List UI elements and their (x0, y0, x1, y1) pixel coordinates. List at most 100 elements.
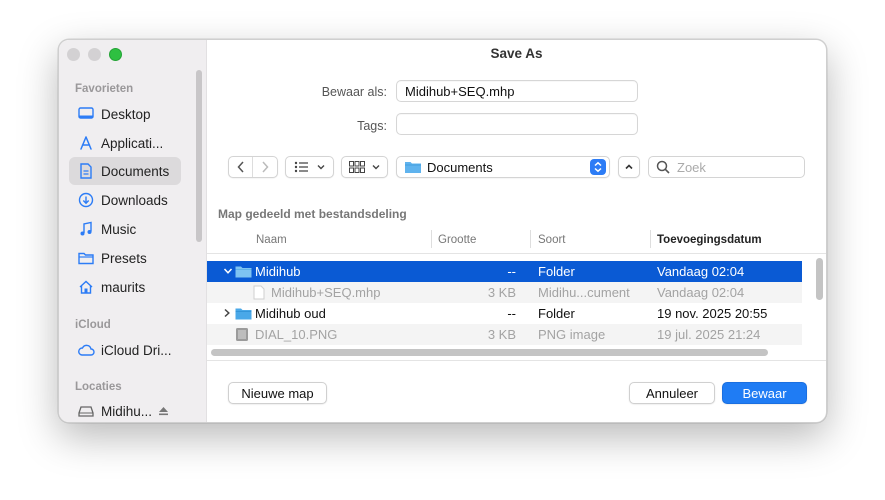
table-row[interactable]: Midihub -- Folder Vandaag 02:04 (207, 261, 802, 282)
sidebar-item-icloud-drive[interactable]: iCloud Dri... (69, 336, 181, 364)
row-size: 3 KB (487, 285, 516, 300)
chevron-right-icon (262, 161, 269, 173)
row-kind: Folder (538, 306, 575, 321)
chevron-left-icon (236, 161, 244, 173)
minimize-window-button[interactable] (88, 48, 101, 61)
sidebar-item-label: Downloads (101, 192, 168, 208)
disclosure-closed-icon[interactable] (223, 308, 231, 318)
sidebar-item-desktop[interactable]: Desktop (69, 100, 181, 128)
row-name: DIAL_10.PNG (255, 327, 338, 342)
column-divider[interactable] (530, 230, 531, 248)
row-size: -- (507, 306, 516, 321)
sidebar-item-presets[interactable]: Presets (69, 244, 181, 272)
row-kind: Folder (538, 264, 575, 279)
zoom-window-button[interactable] (109, 48, 122, 61)
sidebar-scrollbar[interactable] (196, 70, 202, 242)
chevron-down-icon (317, 165, 324, 170)
sidebar-item-midihub-drive[interactable]: Midihu... (69, 397, 181, 422)
search-icon (656, 160, 670, 174)
grid-icon (348, 161, 365, 173)
table-row[interactable]: Midihub oud -- Folder 19 nov. 2025 20:55 (207, 303, 802, 324)
forward-button[interactable] (253, 161, 277, 173)
row-name: Midihub (255, 264, 301, 279)
row-size: -- (507, 264, 516, 279)
save-as-dialog: Favorieten Desktop Applicati... Document… (58, 39, 827, 423)
sidebar-item-music[interactable]: Music (69, 215, 181, 243)
sidebar-item-label: iCloud Dri... (101, 342, 172, 358)
shared-folder-label: Map gedeeld met bestandsdeling (218, 207, 407, 221)
column-header-name[interactable]: Naam (256, 234, 287, 246)
close-window-button[interactable] (67, 48, 80, 61)
cancel-button[interactable]: Annuleer (629, 382, 715, 404)
row-date: 19 jul. 2025 21:24 (657, 327, 761, 342)
sidebar-item-label: maurits (101, 279, 146, 295)
popup-stepper-icon (590, 159, 606, 175)
sidebar-item-home[interactable]: maurits (69, 273, 181, 301)
tags-label: Tags: (357, 119, 387, 133)
back-button[interactable] (229, 157, 254, 177)
vertical-scrollbar[interactable] (816, 258, 823, 300)
eject-icon[interactable] (158, 404, 169, 419)
location-label: Documents (427, 159, 493, 175)
tags-field[interactable] (396, 113, 638, 135)
row-date: Vandaag 02:04 (657, 285, 745, 300)
row-kind: Midihu...cument (538, 285, 630, 300)
sidebar-item-label: Applicati... (101, 135, 164, 151)
row-date: 19 nov. 2025 20:55 (657, 306, 768, 321)
column-header-date-added[interactable]: Toevoegingsdatum (657, 234, 762, 246)
disclosure-open-icon[interactable] (223, 267, 233, 275)
column-header-size[interactable]: Grootte (438, 234, 476, 246)
folder-icon (73, 251, 99, 265)
list-icon (294, 161, 308, 173)
column-header-kind[interactable]: Soort (538, 234, 566, 246)
sidebar-item-downloads[interactable]: Downloads (69, 186, 181, 214)
desktop-icon (73, 107, 99, 121)
file-icon (253, 285, 265, 300)
sidebar-item-label: Desktop (101, 106, 151, 122)
collapse-button[interactable] (618, 156, 640, 178)
sidebar-item-label: Documents (101, 163, 170, 179)
list-view-button[interactable] (285, 156, 334, 178)
sidebar-item-documents[interactable]: Documents (69, 157, 181, 185)
sidebar: Favorieten Desktop Applicati... Document… (59, 40, 207, 422)
dialog-title: Save As (490, 46, 543, 61)
new-folder-button[interactable]: Nieuwe map (228, 382, 327, 404)
music-icon (73, 221, 99, 237)
row-date: Vandaag 02:04 (657, 264, 745, 279)
download-icon (73, 192, 99, 208)
save-as-field[interactable]: Midihub+SEQ.mhp (396, 80, 638, 102)
sidebar-item-label: Presets (101, 250, 147, 266)
drive-icon (73, 405, 99, 417)
search-placeholder: Zoek (677, 159, 706, 175)
document-icon (73, 163, 99, 179)
row-name: Midihub oud (255, 306, 326, 321)
table-row[interactable]: DIAL_10.PNG 3 KB PNG image 19 jul. 2025 … (207, 324, 802, 345)
applications-icon (73, 135, 99, 151)
main-panel: Save As Bewaar als: Midihub+SEQ.mhp Tags… (207, 40, 826, 422)
sidebar-item-label: Midihu... (101, 403, 153, 419)
table-row[interactable]: Midihub+SEQ.mhp 3 KB Midihu...cument Van… (207, 282, 802, 303)
window-controls (67, 48, 122, 61)
column-divider[interactable] (431, 230, 432, 248)
footer-divider (207, 360, 826, 361)
column-divider[interactable] (650, 230, 651, 248)
folder-icon (235, 308, 252, 320)
save-as-label: Bewaar als: (321, 85, 387, 99)
sidebar-section-favorites: Favorieten (75, 83, 134, 95)
sidebar-section-icloud: iCloud (75, 319, 111, 331)
grid-view-button[interactable] (341, 156, 388, 178)
folder-icon (235, 266, 252, 278)
back-forward-buttons (228, 156, 278, 178)
folder-icon (405, 162, 421, 173)
row-size: 3 KB (487, 327, 516, 342)
location-popup[interactable]: Documents (396, 156, 610, 178)
image-file-icon (236, 328, 248, 341)
sidebar-item-applications[interactable]: Applicati... (69, 129, 181, 157)
header-divider (207, 253, 826, 254)
sidebar-section-locations: Locaties (75, 381, 122, 393)
cloud-icon (73, 344, 99, 356)
chevron-down-icon (372, 165, 379, 170)
horizontal-scrollbar[interactable] (211, 349, 768, 356)
search-input[interactable]: Zoek (648, 156, 805, 178)
save-button[interactable]: Bewaar (722, 382, 807, 404)
